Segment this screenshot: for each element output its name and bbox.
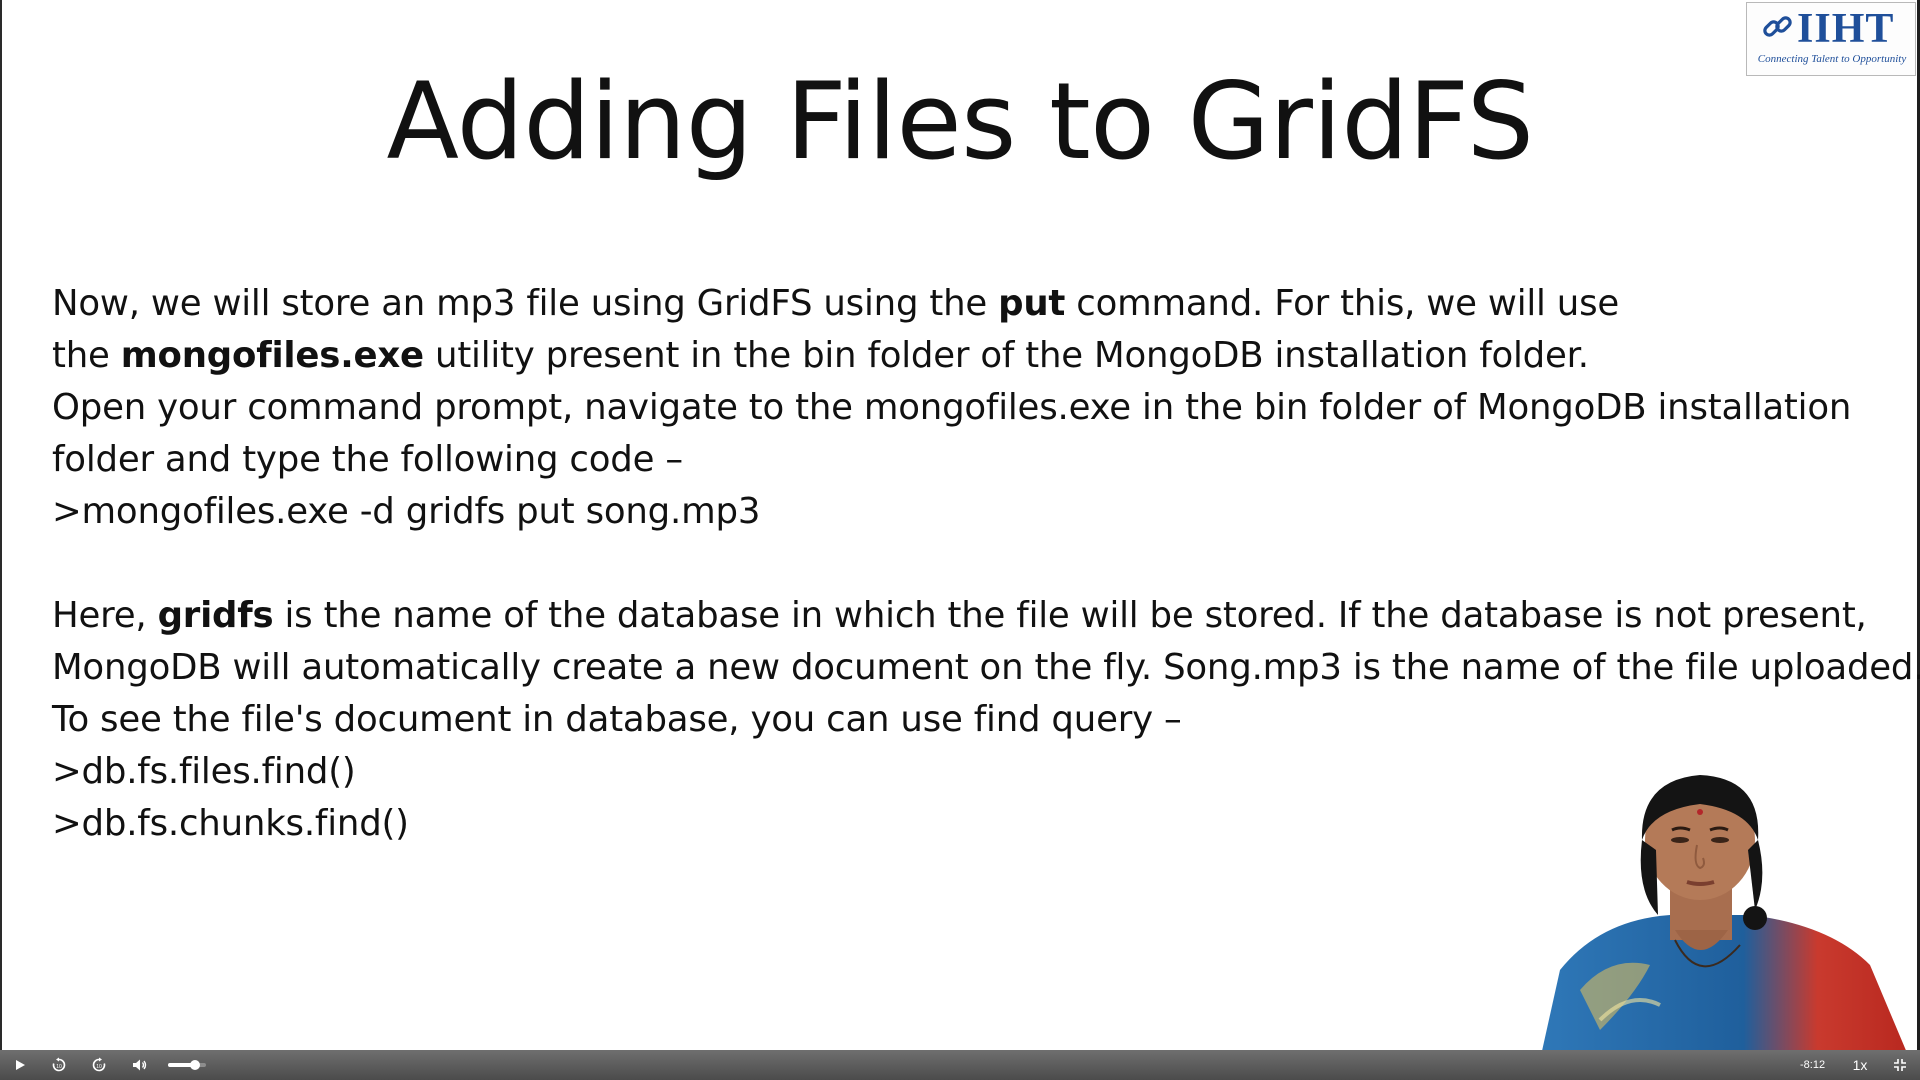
player-control-bar: 10 10 -8:12 1x: [0, 1050, 1920, 1080]
exit-fullscreen-icon: [1894, 1059, 1906, 1071]
svg-text:10: 10: [56, 1064, 62, 1070]
volume-icon: [133, 1059, 147, 1071]
text-run: utility present in the bin folder of the…: [423, 335, 1589, 376]
text-run: command. For this, we will use: [1065, 283, 1620, 324]
text-run: the: [52, 335, 121, 376]
volume-button[interactable]: [127, 1050, 153, 1080]
text-run: Now, we will store an mp3 file using Gri…: [52, 283, 999, 324]
text-line: folder and type the following code –: [52, 434, 1912, 486]
rewind-10-icon: 10: [52, 1057, 66, 1072]
text-line: Now, we will store an mp3 file using Gri…: [52, 278, 1912, 330]
rewind-10-button[interactable]: 10: [46, 1050, 72, 1080]
text-run: >mongofiles.exe -d gridfs put song.mp3: [52, 491, 761, 532]
bold-term: gridfs: [157, 595, 274, 636]
forward-10-icon: 10: [92, 1057, 106, 1072]
playback-speed-button[interactable]: 1x: [1845, 1050, 1875, 1080]
text-line: MongoDB will automatically create a new …: [52, 642, 1920, 694]
play-icon: [16, 1060, 25, 1070]
text-run: Here,: [52, 595, 158, 636]
volume-slider-handle[interactable]: [189, 1060, 200, 1070]
text-line: Open your command prompt, navigate to th…: [52, 382, 1912, 434]
chain-link-icon: [1763, 16, 1792, 37]
play-button[interactable]: [8, 1050, 32, 1080]
slide-title: Adding Files to GridFS: [386, 60, 1534, 183]
forward-10-button[interactable]: 10: [86, 1050, 112, 1080]
volume-slider[interactable]: [168, 1060, 206, 1070]
fullscreen-button[interactable]: [1887, 1050, 1913, 1080]
bold-term: mongofiles.exe: [120, 335, 424, 376]
paragraph-upload: Now, we will store an mp3 file using Gri…: [52, 278, 1912, 538]
text-run: To see the file's document in database, …: [52, 699, 1182, 740]
text-run: >db.fs.files.find(): [52, 751, 356, 792]
text-line: Here, gridfs is the name of the database…: [52, 590, 1912, 642]
svg-text:10: 10: [96, 1064, 102, 1070]
logo-wordmark: IIHT: [1797, 6, 1895, 52]
bold-term: put: [998, 283, 1066, 324]
text-line: To see the file's document in database, …: [52, 694, 1912, 746]
iiht-logo: IIHT Connecting Talent to Opportunity: [1746, 2, 1916, 76]
time-remaining: -8:12: [1800, 1059, 1826, 1071]
logo-tagline: Connecting Talent to Opportunity: [1757, 53, 1907, 65]
text-run: MongoDB will automatically create a new …: [52, 647, 1920, 688]
text-line: the mongofiles.exe utility present in th…: [52, 330, 1912, 382]
text-run: Open your command prompt, navigate to th…: [52, 387, 1852, 428]
text-run: is the name of the database in which the…: [273, 595, 1867, 636]
text-line: >mongofiles.exe -d gridfs put song.mp3: [52, 486, 1912, 538]
text-run: >db.fs.chunks.find(): [52, 803, 409, 844]
presenter-video-inset: [1540, 775, 1910, 1060]
video-player: Adding Files to GridFS IIHT Connecting T…: [0, 0, 1920, 1080]
text-run: folder and type the following code –: [52, 439, 683, 480]
